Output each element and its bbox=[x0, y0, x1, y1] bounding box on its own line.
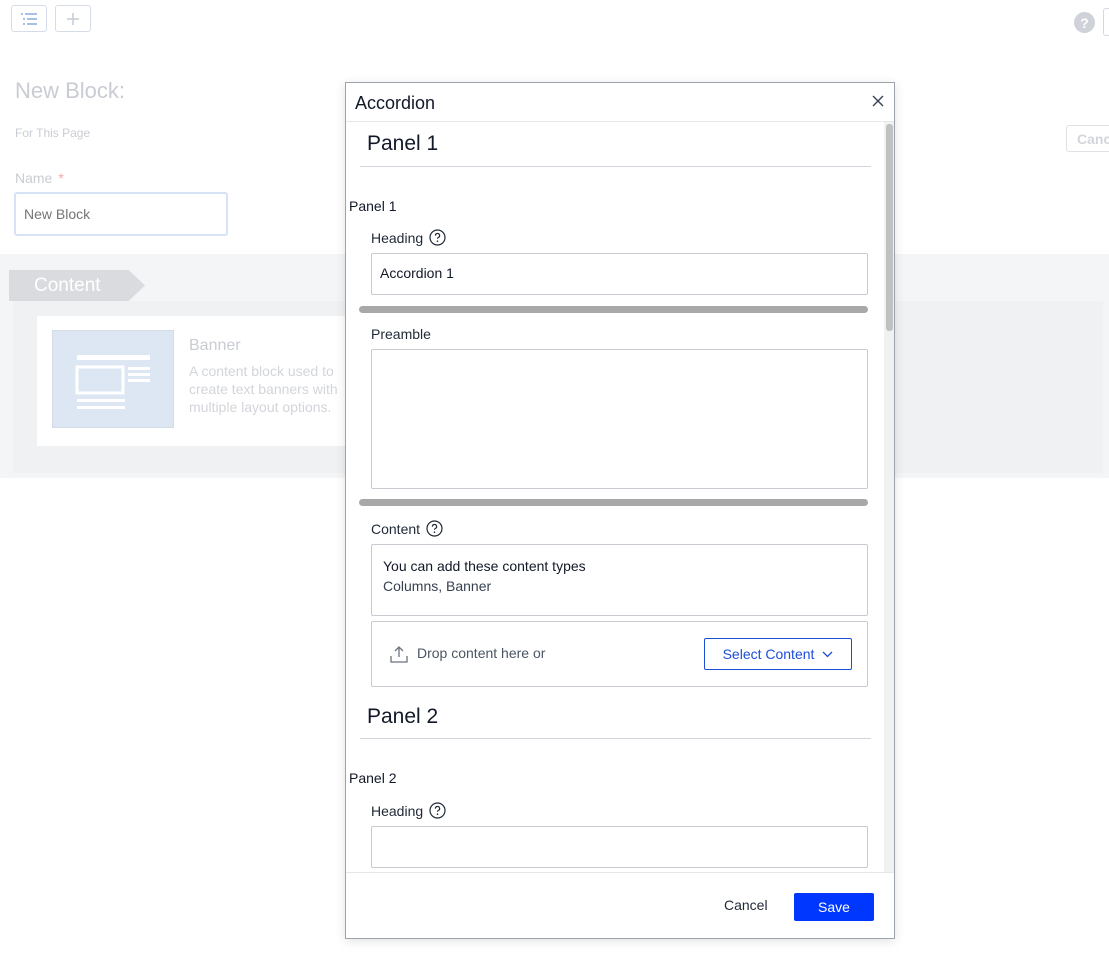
help-icon[interactable]: ? bbox=[1074, 12, 1095, 33]
dialog-header: Accordion bbox=[346, 83, 894, 122]
outline-view-button[interactable] bbox=[11, 5, 47, 32]
list-tree-icon bbox=[21, 12, 37, 25]
drop-text: Drop content here or bbox=[417, 645, 546, 661]
dialog-body[interactable]: Panel 1 Panel 1 Heading Accordion 1 Prea… bbox=[346, 122, 894, 872]
divider bbox=[360, 166, 871, 167]
card-title: Banner bbox=[189, 337, 241, 354]
required-mark: * bbox=[58, 170, 64, 186]
content-section-tab[interactable]: Content bbox=[9, 270, 145, 301]
name-label: Name * bbox=[15, 170, 64, 186]
heading-1-label: Heading bbox=[371, 229, 446, 246]
page-cancel-button[interactable]: Canc bbox=[1066, 125, 1109, 152]
dialog-title: Accordion bbox=[355, 93, 436, 113]
scrollbar-thumb[interactable] bbox=[886, 124, 893, 331]
content-types-info: You can add these content types Columns,… bbox=[371, 544, 868, 616]
help-icon[interactable] bbox=[429, 229, 446, 246]
divider bbox=[360, 738, 871, 739]
save-button[interactable]: Save bbox=[794, 893, 874, 921]
help-icon[interactable] bbox=[426, 520, 443, 537]
add-button[interactable] bbox=[55, 5, 91, 32]
heading-2-input[interactable] bbox=[371, 826, 868, 868]
resize-handle[interactable] bbox=[359, 306, 868, 313]
name-input[interactable] bbox=[14, 192, 228, 236]
resize-handle[interactable] bbox=[359, 499, 868, 506]
page-subtitle: For This Page bbox=[15, 126, 91, 140]
panel-2-label: Panel 2 bbox=[349, 770, 397, 786]
preamble-label: Preamble bbox=[371, 326, 431, 342]
heading-1-input[interactable]: Accordion 1 bbox=[371, 253, 868, 295]
select-content-button[interactable]: Select Content bbox=[704, 638, 852, 670]
close-button[interactable] bbox=[868, 91, 888, 111]
banner-thumbnail-icon bbox=[52, 330, 174, 428]
content-label: Content bbox=[371, 520, 443, 537]
upload-icon bbox=[390, 646, 408, 663]
toolbar-edge-button[interactable] bbox=[1103, 8, 1109, 36]
panel-1-label: Panel 1 bbox=[349, 198, 397, 214]
preamble-textarea[interactable] bbox=[371, 349, 868, 489]
close-icon bbox=[872, 95, 884, 107]
cancel-button[interactable]: Cancel bbox=[714, 894, 778, 916]
page-title: New Block: bbox=[15, 78, 126, 103]
chevron-down-icon bbox=[822, 651, 833, 657]
panel-2-title: Panel 2 bbox=[367, 705, 439, 728]
heading-2-label: Heading bbox=[371, 802, 446, 819]
plus-icon bbox=[67, 12, 79, 25]
content-types-title: You can add these content types bbox=[383, 558, 586, 574]
content-drop-zone[interactable]: Drop content here or Select Content bbox=[371, 621, 868, 687]
accordion-dialog: Accordion Panel 1 Panel 1 Heading Accord… bbox=[345, 82, 895, 939]
help-icon[interactable] bbox=[429, 802, 446, 819]
content-types-list: Columns, Banner bbox=[383, 578, 492, 594]
card-description: A content block used to create text bann… bbox=[189, 363, 338, 415]
panel-1-title: Panel 1 bbox=[367, 132, 439, 155]
dialog-footer: Cancel Save bbox=[346, 872, 894, 938]
